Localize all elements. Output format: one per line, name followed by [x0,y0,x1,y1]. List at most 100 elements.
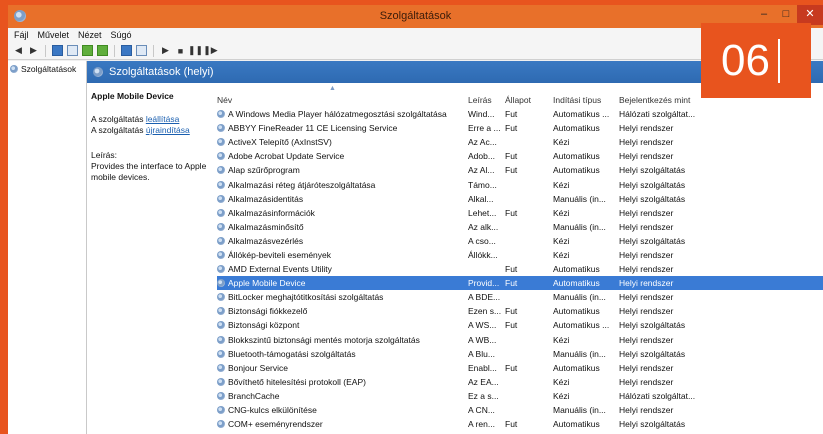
view-icon[interactable] [135,44,148,57]
console-tree: Szolgáltatások [8,61,87,434]
table-row[interactable]: Alkalmazásidentitás Alkal... Manuális (in.… [217,192,823,206]
service-logon-cell: Helyi rendszer [619,137,674,148]
stop-service-icon[interactable]: ■ [174,44,187,57]
table-row[interactable]: Alkalmazásinformációk Lehet... Fut Kézi Hely… [217,206,823,220]
service-status-cell: Fut [505,109,518,120]
service-logon-cell: Helyi rendszer [619,278,674,289]
table-row[interactable]: COM+ eseményrendszer A ren... Fut Automatik… [217,417,823,431]
service-logon-cell: Helyi szolgáltatás [619,179,686,190]
toolbar-separator [114,44,115,57]
service-name-text: ActiveX Telepítő (AxInstSV) [228,137,332,148]
service-name-text: AMD External Events Utility [228,264,332,275]
service-startup-cell: Manuális (in... [553,193,606,204]
column-header-startup-type[interactable]: Indítási típus [553,95,619,105]
gear-icon [10,65,18,73]
service-status-cell: Fut [505,264,518,275]
service-logon-cell: Hálózati szolgáltat... [619,390,696,401]
table-row[interactable]: Alkalmazási réteg átjáróteszolgáltatása T… [217,177,823,191]
service-name-cell: A Windows Media Player hálózatmegosztási… [217,109,468,119]
service-name-cell: Alkalmazásidentitás [217,194,468,204]
service-name-cell: Blokkszintű biztonsági mentés motorja sz… [217,335,468,345]
table-row[interactable]: Alap szűrőprogram Az Al... Fut Automatikus H… [217,163,823,177]
table-row[interactable]: Biztonsági fiókkezelő Ezen s... Fut Automat… [217,304,823,318]
restart-service-icon[interactable]: ❚▶ [203,44,217,57]
console-tree-icon[interactable] [51,44,64,57]
properties-icon[interactable] [66,44,79,57]
toolbar-separator [153,44,154,57]
service-name-text: BitLocker meghajtótitkosítási szolgáltat… [228,292,384,303]
table-row[interactable]: Biztonsági központ A WS... Fut Automatikus … [217,318,823,332]
service-logon-cell: Helyi rendszer [619,221,674,232]
service-logon-cell: Helyi rendszer [619,292,674,303]
menu-help[interactable]: Súgó [111,30,132,40]
service-gear-icon [217,124,225,133]
service-gear-icon [217,236,225,245]
refresh-icon[interactable] [81,44,94,57]
table-row[interactable]: ABBYY FineReader 11 CE Licensing Service… [217,121,823,135]
table-row[interactable]: Alkalmazásminősítő Az alk... Manuális (in.… [217,220,823,234]
service-name-cell: Bonjour Service [217,363,468,373]
close-button[interactable]: ✕ [797,5,823,25]
service-startup-cell: Manuális (in... [553,292,606,303]
service-description-cell: Wind... [468,109,495,120]
help-icon[interactable] [120,44,133,57]
menu-action[interactable]: Művelet [38,30,70,40]
service-description-cell: Provid... [468,278,500,289]
service-gear-icon [217,307,225,316]
table-row[interactable]: ActiveX Telepítő (AxInstSV) Az Ac... Kézi H… [217,135,823,149]
service-name-text: COM+ eseményrendszer [228,419,323,430]
back-icon[interactable]: ◀ [12,44,25,57]
column-header-status[interactable]: Állapot [505,95,553,105]
table-row[interactable]: Apple Mobile Device Provid... Fut Automatik… [217,276,823,291]
table-row[interactable]: BranchCache Ez a s... Kézi Hálózati szolgál… [217,389,823,403]
service-name-cell: Alkalmazásvezérlés [217,236,468,246]
service-startup-cell: Kézi [553,207,570,218]
service-name-cell: CNG-kulcs elkülönítése [217,405,468,415]
service-description-cell: Alkal... [468,193,494,204]
table-row[interactable]: Bővíthető hitelesítési protokoll (EAP) Az… [217,375,823,389]
start-service-icon[interactable]: ▶ [159,44,172,57]
service-gear-icon [217,152,225,161]
column-header-name[interactable]: Név [217,95,468,105]
service-startup-cell: Kézi [553,179,570,190]
service-status-cell: Fut [505,419,518,430]
table-row[interactable]: Blokkszintű biztonsági mentés motorja sz… [217,333,823,347]
table-row[interactable]: Alkalmazásvezérlés A cso... Kézi Helyi szol… [217,234,823,248]
service-startup-cell: Automatikus ... [553,320,610,331]
restart-service-link[interactable]: újraindítása [146,125,190,135]
export-icon[interactable] [96,44,109,57]
table-row[interactable]: Adobe Acrobat Update Service Adob... Fut Au… [217,149,823,163]
table-row[interactable]: CNG-kulcs elkülönítése A CN... Manuális (i… [217,403,823,417]
forward-icon[interactable]: ▶ [27,44,40,57]
table-row[interactable]: A Windows Media Player hálózatmegosztási… [217,107,823,121]
service-status-cell: Fut [505,165,518,176]
minimize-button[interactable]: – [753,5,775,25]
column-header-description[interactable]: Leírás [468,95,505,105]
table-row[interactable]: Állókép-beviteli események Állókk... Kézi H… [217,248,823,262]
tree-item-services[interactable]: Szolgáltatások [8,61,86,77]
service-logon-cell: Helyi rendszer [619,123,674,134]
service-startup-cell: Automatikus [553,264,600,275]
service-gear-icon [217,321,225,330]
service-logon-cell: Helyi szolgáltatás [619,419,686,430]
table-row[interactable]: AMD External Events Utility Fut Automatiku… [217,262,823,276]
service-status-cell: Fut [505,207,518,218]
service-status-cell: Fut [505,151,518,162]
service-startup-cell: Automatikus [553,306,600,317]
pause-service-icon[interactable]: ❚❚ [188,44,203,57]
service-description-cell: Az alk... [468,221,499,232]
maximize-button[interactable]: □ [775,5,797,25]
table-row[interactable]: Bluetooth-támogatási szolgáltatás A Blu..… [217,347,823,361]
services-table: ▲ Név Leírás Állapot Indítási típus Beje… [217,83,823,434]
service-name-text: Alkalmazásinformációk [228,207,315,218]
service-startup-cell: Manuális (in... [553,405,606,416]
selected-service-name: Apple Mobile Device [91,91,174,101]
stop-service-link[interactable]: leállítása [146,114,180,124]
service-name-text: Biztonsági fiókkezelő [228,306,308,317]
table-row[interactable]: BitLocker meghajtótitkosítási szolgáltat… [217,290,823,304]
service-description-cell: Adob... [468,151,495,162]
menu-view[interactable]: Nézet [78,30,102,40]
service-startup-cell: Automatikus [553,419,600,430]
table-row[interactable]: Bonjour Service Enabl... Fut Automatikus Hel… [217,361,823,375]
menu-file[interactable]: Fájl [14,30,29,40]
